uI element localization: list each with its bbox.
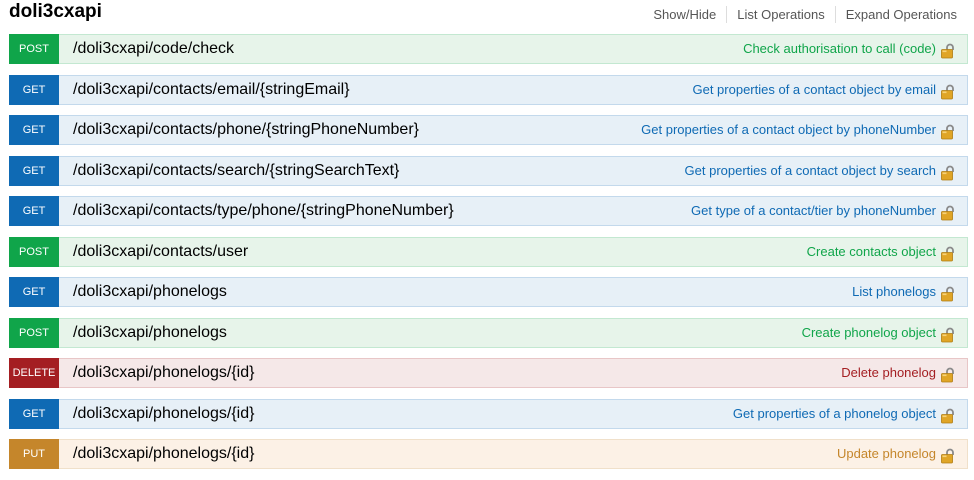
endpoint-path[interactable]: /doli3cxapi/phonelogs/{id} bbox=[73, 400, 254, 428]
endpoint-summary-wrap: Get properties of a contact object by se… bbox=[685, 157, 956, 185]
endpoint-row[interactable]: DELETE /doli3cxapi/phonelogs/{id} Delete… bbox=[9, 358, 968, 388]
resource-title[interactable]: doli3cxapi bbox=[9, 1, 102, 23]
method-badge[interactable]: GET bbox=[9, 115, 59, 145]
endpoint-row[interactable]: GET /doli3cxapi/contacts/type/phone/{str… bbox=[9, 196, 968, 226]
endpoint-path[interactable]: /doli3cxapi/contacts/email/{stringEmail} bbox=[73, 76, 350, 104]
lock-icon[interactable] bbox=[940, 325, 956, 342]
method-badge[interactable]: DELETE bbox=[9, 358, 59, 388]
endpoint-path[interactable]: /doli3cxapi/code/check bbox=[73, 35, 234, 63]
list-operations-link[interactable]: List Operations bbox=[726, 6, 834, 23]
resource-operations: Show/Hide List Operations Expand Operati… bbox=[643, 6, 966, 23]
lock-icon[interactable] bbox=[940, 244, 956, 261]
endpoint-path[interactable]: /doli3cxapi/contacts/search/{stringSearc… bbox=[73, 157, 399, 185]
method-badge[interactable]: GET bbox=[9, 155, 59, 186]
endpoint-summary[interactable]: List phonelogs bbox=[852, 278, 936, 306]
endpoint-list: POST /doli3cxapi/code/check Check author… bbox=[9, 34, 968, 480]
endpoint-row[interactable]: POST /doli3cxapi/contacts/user Create co… bbox=[9, 236, 968, 267]
resource-header: doli3cxapi Show/Hide List Operations Exp… bbox=[0, 0, 974, 28]
endpoint-summary[interactable]: Get properties of a contact object by em… bbox=[692, 76, 936, 104]
endpoint-summary[interactable]: Create phonelog object bbox=[802, 319, 936, 347]
endpoint-summary-wrap: Check authorisation to call (code) bbox=[743, 35, 956, 63]
endpoint-path[interactable]: /doli3cxapi/phonelogs bbox=[73, 319, 227, 347]
endpoint-summary[interactable]: Check authorisation to call (code) bbox=[743, 35, 936, 63]
show-hide-link[interactable]: Show/Hide bbox=[643, 6, 726, 23]
endpoint-summary[interactable]: Update phonelog bbox=[837, 440, 936, 468]
endpoint-path[interactable]: /doli3cxapi/contacts/user bbox=[73, 238, 248, 266]
endpoint-summary[interactable]: Delete phonelog bbox=[841, 359, 936, 387]
lock-icon[interactable] bbox=[940, 203, 956, 221]
endpoint-path[interactable]: /doli3cxapi/phonelogs bbox=[73, 278, 227, 306]
endpoint-summary[interactable]: Get type of a contact/tier by phoneNumbe… bbox=[691, 197, 936, 225]
endpoint-summary[interactable]: Get properties of a contact object by se… bbox=[685, 157, 936, 185]
method-badge[interactable]: GET bbox=[9, 196, 59, 226]
endpoint-summary-wrap: Get properties of a phonelog object bbox=[733, 400, 956, 428]
lock-icon[interactable] bbox=[940, 284, 956, 302]
method-badge[interactable]: GET bbox=[9, 74, 59, 105]
lock-icon[interactable] bbox=[940, 122, 956, 140]
method-badge[interactable]: PUT bbox=[9, 439, 59, 469]
endpoint-row[interactable]: POST /doli3cxapi/code/check Check author… bbox=[9, 34, 968, 64]
endpoint-summary[interactable]: Get properties of a contact object by ph… bbox=[641, 116, 936, 144]
endpoint-path[interactable]: /doli3cxapi/contacts/type/phone/{stringP… bbox=[73, 197, 454, 225]
endpoint-summary-wrap: Update phonelog bbox=[837, 440, 956, 468]
lock-icon[interactable] bbox=[940, 41, 956, 59]
method-badge[interactable]: POST bbox=[9, 236, 59, 267]
endpoint-path[interactable]: /doli3cxapi/contacts/phone/{stringPhoneN… bbox=[73, 116, 419, 144]
endpoint-summary-wrap: Create phonelog object bbox=[802, 319, 956, 347]
endpoint-summary-wrap: Create contacts object bbox=[807, 238, 956, 266]
lock-icon[interactable] bbox=[940, 163, 956, 180]
endpoint-row[interactable]: GET /doli3cxapi/phonelogs List phonelogs bbox=[9, 277, 968, 307]
endpoint-path[interactable]: /doli3cxapi/phonelogs/{id} bbox=[73, 359, 254, 387]
method-badge[interactable]: GET bbox=[9, 277, 59, 307]
endpoint-row[interactable]: GET /doli3cxapi/contacts/search/{stringS… bbox=[9, 155, 968, 186]
endpoint-row[interactable]: GET /doli3cxapi/contacts/phone/{stringPh… bbox=[9, 115, 968, 145]
expand-operations-link[interactable]: Expand Operations bbox=[834, 6, 966, 23]
endpoint-summary-wrap: Delete phonelog bbox=[841, 359, 956, 387]
endpoint-summary-wrap: List phonelogs bbox=[852, 278, 956, 306]
method-badge[interactable]: POST bbox=[9, 317, 59, 348]
lock-icon[interactable] bbox=[940, 446, 956, 464]
endpoint-summary-wrap: Get properties of a contact object by ph… bbox=[641, 116, 956, 144]
method-badge[interactable]: POST bbox=[9, 34, 59, 64]
endpoint-row[interactable]: PUT /doli3cxapi/phonelogs/{id} Update ph… bbox=[9, 439, 968, 469]
endpoint-row[interactable]: GET /doli3cxapi/phonelogs/{id} Get prope… bbox=[9, 398, 968, 429]
lock-icon[interactable] bbox=[940, 406, 956, 423]
endpoint-summary[interactable]: Get properties of a phonelog object bbox=[733, 400, 936, 428]
endpoint-row[interactable]: GET /doli3cxapi/contacts/email/{stringEm… bbox=[9, 74, 968, 105]
endpoint-summary-wrap: Get properties of a contact object by em… bbox=[692, 76, 956, 104]
endpoint-summary-wrap: Get type of a contact/tier by phoneNumbe… bbox=[691, 197, 956, 225]
endpoint-row[interactable]: POST /doli3cxapi/phonelogs Create phonel… bbox=[9, 317, 968, 348]
endpoint-path[interactable]: /doli3cxapi/phonelogs/{id} bbox=[73, 440, 254, 468]
lock-icon[interactable] bbox=[940, 365, 956, 383]
method-badge[interactable]: GET bbox=[9, 398, 59, 429]
lock-icon[interactable] bbox=[940, 82, 956, 99]
endpoint-summary[interactable]: Create contacts object bbox=[807, 238, 936, 266]
